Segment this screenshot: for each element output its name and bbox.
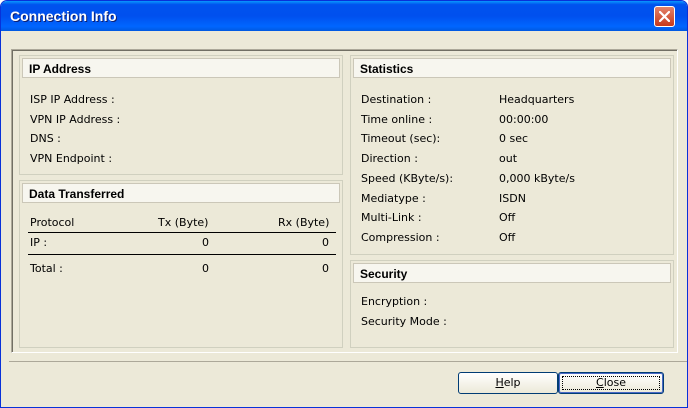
protocol-column-header: Protocol bbox=[30, 216, 75, 229]
ip-address-group: IP Address ISP IP Address : VPN IP Addre… bbox=[19, 55, 343, 175]
timeout-value: 0 sec bbox=[499, 132, 529, 145]
rx-value: 0 bbox=[322, 262, 329, 275]
title-bar[interactable]: Connection Info bbox=[1, 1, 687, 31]
multi-link-label: Multi-Link : bbox=[361, 211, 422, 224]
focus-rect bbox=[562, 376, 660, 390]
row-label: Total : bbox=[30, 262, 63, 275]
window-title: Connection Info bbox=[10, 8, 117, 24]
button-divider bbox=[9, 361, 687, 362]
tx-value: 0 bbox=[202, 236, 209, 249]
help-label-rest: elp bbox=[503, 376, 521, 389]
direction-value: out bbox=[499, 152, 518, 165]
security-mode-label: Security Mode : bbox=[361, 315, 447, 328]
time-online-value: 00:00:00 bbox=[499, 113, 549, 126]
help-mnemonic: H bbox=[495, 376, 504, 389]
tx-value: 0 bbox=[202, 262, 209, 275]
compression-label: Compression : bbox=[361, 231, 440, 244]
direction-label: Direction : bbox=[361, 152, 418, 165]
close-icon bbox=[659, 11, 670, 22]
data-transferred-heading: Data Transferred bbox=[22, 183, 340, 203]
connection-info-window: Connection Info IP Address ISP IP Addres… bbox=[0, 0, 688, 408]
mediatype-value: ISDN bbox=[499, 192, 526, 205]
destination-label: Destination : bbox=[361, 93, 432, 106]
help-button[interactable]: Help bbox=[458, 372, 558, 394]
vpn-ip-address-label: VPN IP Address : bbox=[30, 113, 121, 126]
statistics-heading: Statistics bbox=[353, 58, 671, 78]
dialog-client-area: IP Address ISP IP Address : VPN IP Addre… bbox=[5, 31, 687, 403]
close-button[interactable]: Close bbox=[558, 372, 664, 394]
header-divider bbox=[28, 232, 336, 233]
isp-ip-address-label: ISP IP Address : bbox=[30, 93, 115, 106]
time-online-label: Time online : bbox=[361, 113, 433, 126]
total-divider bbox=[28, 254, 336, 255]
vpn-endpoint-label: VPN Endpoint : bbox=[30, 152, 113, 165]
timeout-label: Timeout (sec): bbox=[361, 132, 441, 145]
tx-column-header: Tx (Byte) bbox=[158, 216, 209, 229]
compression-value: Off bbox=[499, 231, 516, 244]
security-group: Security Encryption : Security Mode : bbox=[350, 260, 674, 348]
multi-link-value: Off bbox=[499, 211, 516, 224]
security-heading: Security bbox=[353, 263, 671, 283]
dns-label: DNS : bbox=[30, 132, 61, 145]
close-window-button[interactable] bbox=[654, 6, 675, 27]
destination-value: Headquarters bbox=[499, 93, 575, 106]
rx-column-header: Rx (Byte) bbox=[278, 216, 330, 229]
speed-label: Speed (KByte/s): bbox=[361, 172, 454, 185]
rx-value: 0 bbox=[322, 236, 329, 249]
speed-value: 0,000 kByte/s bbox=[499, 172, 575, 185]
encryption-label: Encryption : bbox=[361, 295, 428, 308]
data-transferred-group: Data Transferred Protocol Tx (Byte) Rx (… bbox=[19, 180, 343, 348]
ip-address-heading: IP Address bbox=[22, 58, 340, 78]
row-label: IP : bbox=[30, 236, 48, 249]
statistics-group: Statistics Destination : Headquarters Ti… bbox=[350, 55, 674, 255]
mediatype-label: Mediatype : bbox=[361, 192, 426, 205]
main-panel: IP Address ISP IP Address : VPN IP Addre… bbox=[11, 49, 678, 353]
